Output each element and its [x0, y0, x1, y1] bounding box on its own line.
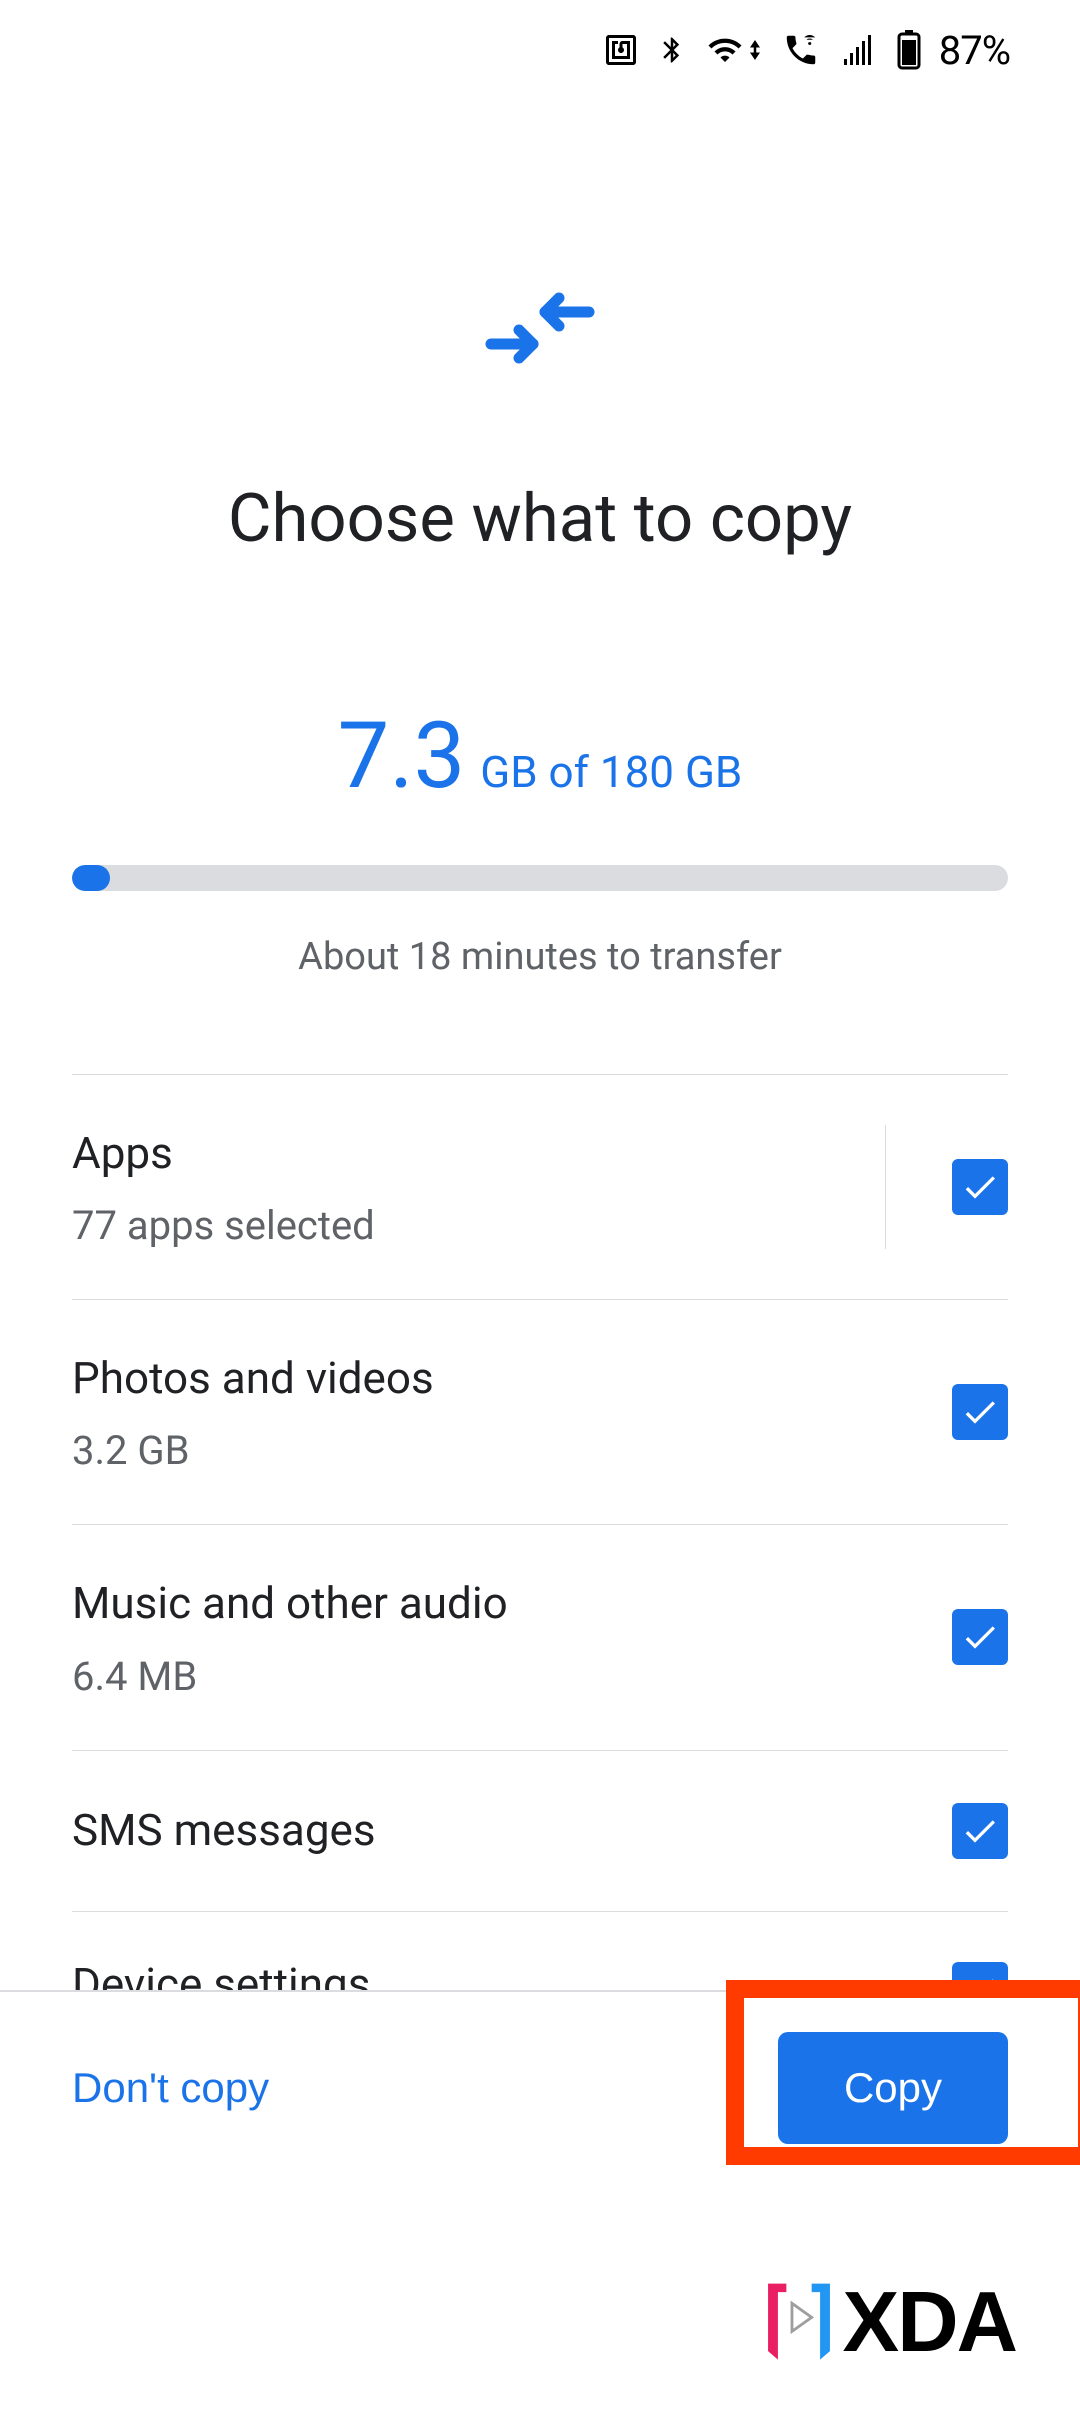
wifi-calling-icon	[781, 31, 821, 69]
checkbox-sms[interactable]	[952, 1803, 1008, 1859]
item-apps[interactable]: Apps 77 apps selected	[0, 1075, 1080, 1299]
transfer-arrows-icon	[0, 290, 1080, 365]
wifi-icon	[705, 32, 763, 68]
checkbox-apps[interactable]	[952, 1159, 1008, 1215]
item-photos-videos[interactable]: Photos and videos 3.2 GB	[0, 1300, 1080, 1524]
item-title: Music and other audio	[72, 1575, 896, 1632]
bottom-action-bar: Don't copy Copy	[0, 1990, 1080, 2184]
xda-logo-icon	[763, 2278, 835, 2368]
nfc-icon	[603, 32, 639, 68]
checkbox-music[interactable]	[952, 1609, 1008, 1665]
item-title: Photos and videos	[72, 1350, 896, 1407]
dont-copy-button[interactable]: Don't copy	[72, 2064, 269, 2112]
xda-watermark: XDA	[763, 2274, 1016, 2372]
cellular-signal-icon	[839, 32, 879, 68]
total-size-label: GB of 180 GB	[469, 746, 742, 798]
checkbox-photos[interactable]	[952, 1384, 1008, 1440]
bluetooth-icon	[657, 31, 687, 69]
item-music-audio[interactable]: Music and other audio 6.4 MB	[0, 1525, 1080, 1749]
item-sms[interactable]: SMS messages	[0, 1751, 1080, 1911]
item-subtitle: 3.2 GB	[72, 1427, 896, 1474]
transfer-estimate: About 18 minutes to transfer	[0, 935, 1080, 979]
status-bar: 87%	[0, 0, 1080, 100]
xda-logo-text: XDA	[843, 2274, 1016, 2372]
battery-percent: 87%	[939, 27, 1010, 74]
item-subtitle: 77 apps selected	[72, 1202, 835, 1249]
copy-items-list: Apps 77 apps selected Photos and videos …	[0, 1074, 1080, 2018]
item-subtitle: 6.4 MB	[72, 1653, 896, 1700]
item-title: Apps	[72, 1125, 835, 1182]
storage-progress-bar	[72, 865, 1008, 891]
page-title: Choose what to copy	[0, 480, 1080, 558]
selected-size-value: 7.3	[338, 703, 466, 810]
battery-icon	[897, 30, 921, 70]
storage-progress-fill	[72, 865, 110, 891]
copy-button[interactable]: Copy	[778, 2032, 1008, 2144]
storage-summary: 7.3 GB of 180 GB	[0, 703, 1080, 810]
item-title: SMS messages	[72, 1802, 896, 1859]
